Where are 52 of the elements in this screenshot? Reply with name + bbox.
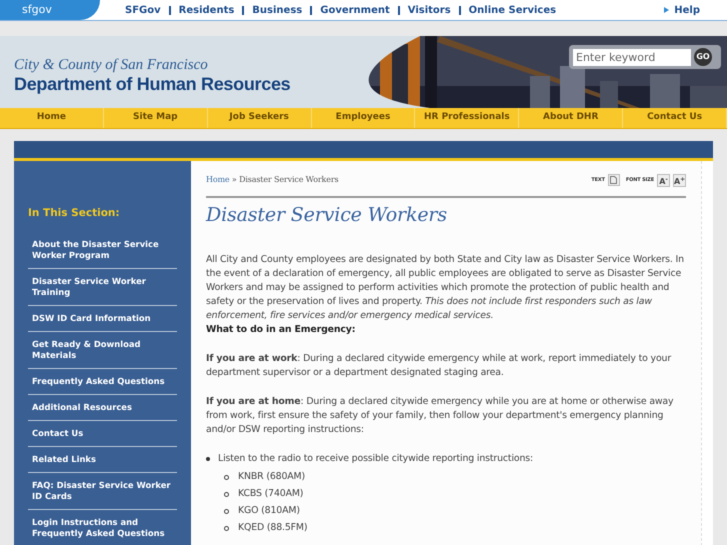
sidebar-link[interactable]: About the Disaster Service Worker Program [28, 232, 177, 269]
bullet-icon [224, 509, 229, 514]
sidebar-link[interactable]: FAQ: Disaster Service Worker ID Cards [28, 472, 177, 510]
sidebar-link[interactable]: Contact Us [28, 420, 177, 447]
go-button[interactable]: GO [694, 48, 712, 66]
text-only-button[interactable] [608, 174, 620, 186]
list-item: KCBS (740AM) [238, 487, 304, 501]
bullet-icon [206, 457, 210, 461]
top-link[interactable]: Online Services [468, 2, 556, 18]
nav-tab[interactable]: Job Seekers [208, 108, 312, 128]
paragraph: If you are at home: During a declared citywide emergency while you are at home or otherwise away from work, first ensure the safety of your family, then follow your department's emergency planning and/or DSW reporting instructions: [206, 395, 674, 437]
sfgov-logo[interactable]: sfgov [0, 0, 100, 20]
top-link[interactable]: SFGov [125, 2, 161, 18]
site-title: Department of Human Resources [14, 74, 290, 94]
search-field[interactable]: Enter keyword [573, 48, 691, 66]
sidebar-link[interactable]: Disaster Service Worker Training [28, 268, 177, 306]
top-link[interactable]: Business [252, 2, 302, 18]
top-link[interactable]: Visitors [408, 2, 451, 18]
bullet-icon [224, 492, 229, 497]
list-item: KNBR (680AM) [238, 470, 305, 484]
section-heading: What to do in an Emergency: [206, 323, 356, 337]
list-item: KGO (810AM) [238, 504, 300, 518]
page-title: Disaster Service Workers [206, 203, 448, 227]
nav-tab[interactable]: HR Professionals [415, 108, 520, 128]
paragraph: All City and County employees are designated by both State and City law as Disaster Service Workers. In the event of a declaration of emergency, all public employees are obligated to serve as Disaster Service Workers and may be assigned to perform activities which promote the protection of public health and safety or the preservation of lives and property. This does not include first responders such as law enforcement, fire services and/or emergency medical services. [206, 253, 685, 323]
triangle-icon [664, 7, 670, 13]
paragraph: If you are at work: During a declared citywide emergency while at work, report immediately to your department supervisor or a department designated staging area. [206, 352, 672, 380]
breadcrumb-current: » Disaster Service Workers [230, 175, 338, 184]
nav-tab[interactable]: Contact Us [623, 108, 727, 128]
list-item: Listen to the radio to receive possible citywide reporting instructions: [218, 452, 534, 466]
font-size-button[interactable]: A$^{+}$ [673, 174, 686, 186]
bullet-icon [224, 475, 229, 480]
sidebar-link[interactable]: Get Ready & Download Materials [28, 332, 177, 369]
sidebar-heading: In This Section: [28, 206, 121, 221]
nav-tab[interactable]: About DHR [519, 108, 624, 128]
nav-tab[interactable]: Home [0, 108, 104, 128]
list-item: KQED (88.5FM) [238, 521, 308, 535]
sidebar-link[interactable]: Frequently Asked Questions [28, 368, 177, 395]
sidebar-link[interactable]: Login Instructions and Frequently Asked Questions [28, 510, 177, 545]
sidebar-link[interactable]: Additional Resources [28, 394, 177, 421]
breadcrumb-link[interactable]: Home [206, 175, 230, 184]
sidebar-link[interactable]: DSW ID Card Information [28, 306, 177, 332]
page-icon [610, 176, 618, 184]
bullet-icon [224, 526, 229, 531]
site-subtitle: City & County of San Francisco [14, 57, 209, 74]
font-size-button[interactable]: A$^{-}$ [657, 174, 670, 186]
help-link[interactable]: Help [674, 2, 700, 18]
nav-tab[interactable]: Site Map [104, 108, 208, 128]
top-link[interactable]: Government [320, 2, 390, 18]
nav-tab[interactable]: Employees [312, 108, 416, 128]
top-link[interactable]: Residents [178, 2, 234, 18]
sidebar-link[interactable]: Related Links [28, 446, 177, 473]
